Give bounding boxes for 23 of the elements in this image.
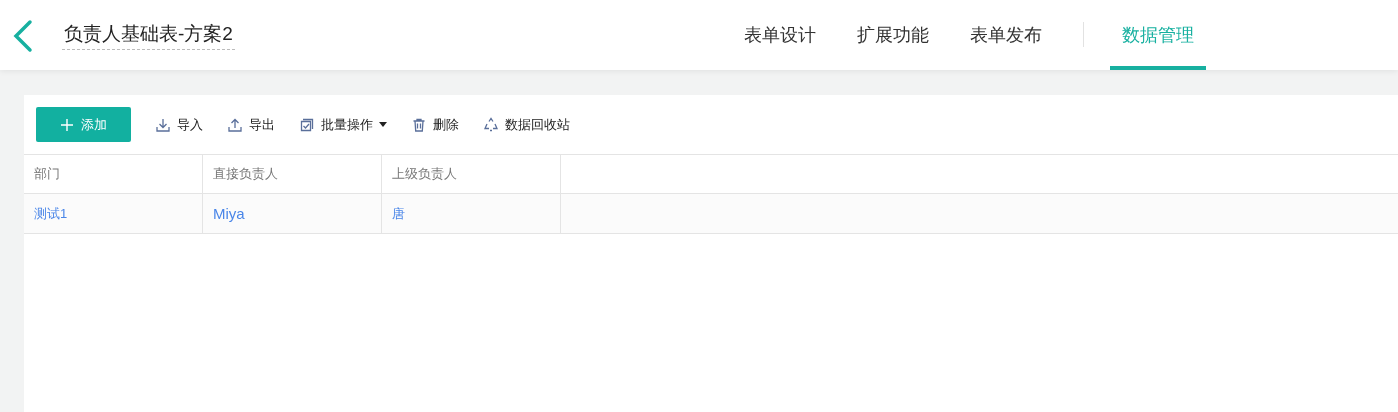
table-link[interactable]: Miya <box>213 205 245 222</box>
table-link[interactable]: 测试1 <box>34 204 68 223</box>
tab[interactable]: 扩展功能 <box>845 0 941 70</box>
trash-icon <box>411 116 427 133</box>
toolbar-button[interactable]: 导入 <box>155 115 203 134</box>
recycle-icon <box>483 116 499 133</box>
form-title: 负责人基础表-方案2 <box>62 21 235 50</box>
batch-button[interactable]: 批量操作 <box>299 115 387 134</box>
plus-icon <box>60 118 73 131</box>
column-header: 直接负责人 <box>203 155 382 193</box>
column-header: 上级负责人 <box>382 155 561 193</box>
checkbox-icon <box>299 116 315 133</box>
caret-icon <box>379 121 387 128</box>
toolbar-button[interactable]: 数据回收站 <box>483 115 570 134</box>
tab[interactable]: 表单设计 <box>732 0 828 70</box>
back-icon[interactable] <box>12 19 34 53</box>
toolbar-button[interactable]: 删除 <box>411 115 459 134</box>
column-header: 部门 <box>24 155 203 193</box>
toolbar-button[interactable]: 导出 <box>227 115 275 134</box>
upload-icon <box>227 116 243 133</box>
download-icon <box>155 116 171 133</box>
table-link[interactable]: 唐 <box>392 204 405 223</box>
tab[interactable]: 表单发布 <box>958 0 1054 70</box>
